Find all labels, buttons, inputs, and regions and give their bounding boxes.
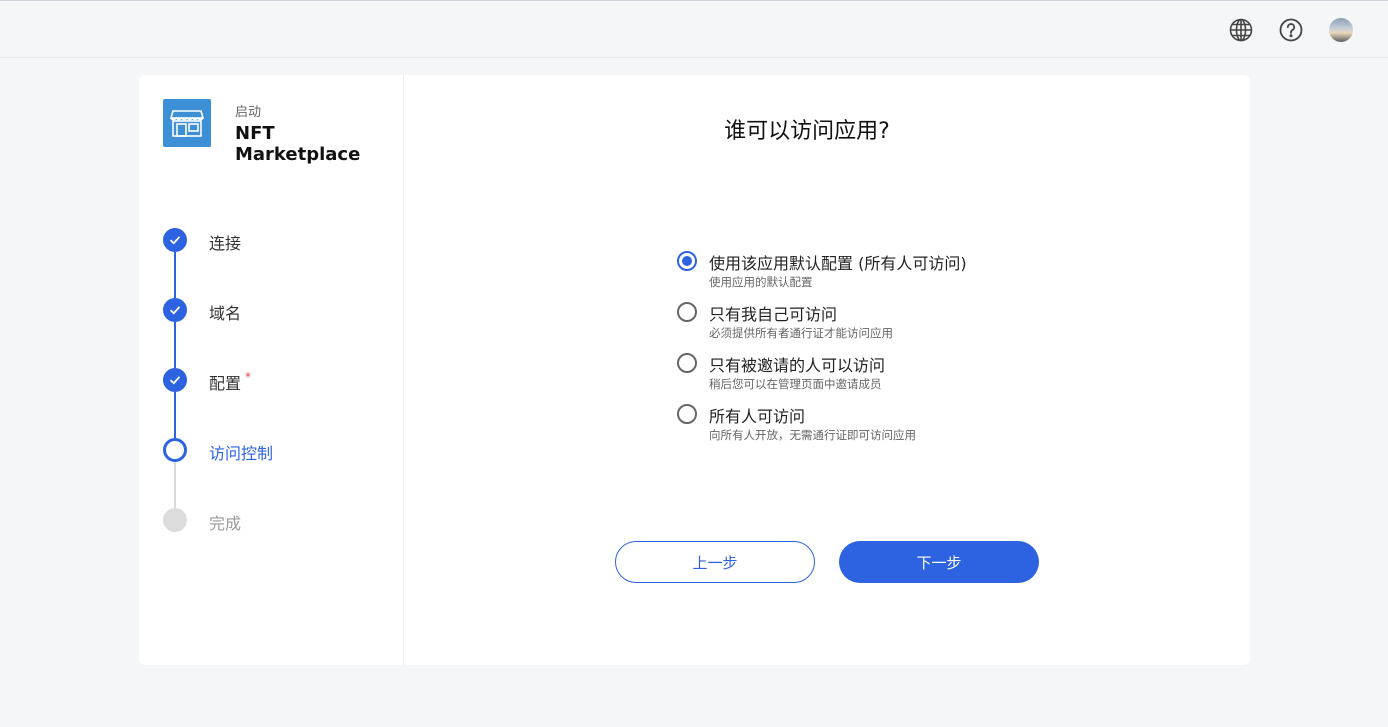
step-config[interactable]: 配置 * [163,368,383,394]
globe-icon[interactable] [1229,18,1253,42]
step-label: 配置 * [209,370,251,394]
step-domain[interactable]: 域名 [163,298,383,323]
check-icon [163,228,187,252]
step-label: 域名 [209,304,242,323]
option-invited-only[interactable]: 只有被邀请的人可以访问 稍后您可以在管理页面中邀请成员 [677,349,1077,400]
option-label: 只有我自己可访问 [709,305,838,324]
pending-step-indicator [163,508,187,532]
option-label: 使用该应用默认配置 (所有人可访问) [709,254,967,273]
radio-button[interactable] [677,302,697,322]
app-subtitle: 启动 [235,105,262,120]
option-label: 所有人可访问 [709,407,806,426]
option-description: 必须提供所有者通行证才能访问应用 [709,326,893,340]
store-icon [163,99,211,147]
step-connector [174,252,176,298]
radio-button[interactable] [677,404,697,424]
active-step-indicator [163,438,187,462]
option-label: 只有被邀请的人可以访问 [709,356,886,375]
step-connect[interactable]: 连接 [163,228,383,253]
page-title: 谁可以访问应用? [724,119,890,144]
step-access-control[interactable]: 访问控制 [163,438,383,463]
radio-button[interactable] [677,251,697,271]
top-bar [0,0,1388,58]
previous-button[interactable]: 上一步 [615,541,815,583]
option-description: 稍后您可以在管理页面中邀请成员 [709,377,882,391]
step-label: 连接 [209,234,242,253]
help-icon[interactable] [1279,18,1303,42]
required-mark: * [245,370,252,384]
access-options: 使用该应用默认配置 (所有人可访问) 使用应用的默认配置 只有我自己可访问 必须… [677,247,1077,451]
step-finish: 完成 [163,508,383,533]
avatar[interactable] [1329,18,1353,42]
step-label-text: 配置 [209,374,242,393]
steps-panel: 启动 NFT Marketplace 连接 域名 配置 * 访问控制 完成 [139,75,404,665]
check-icon [163,368,187,392]
app-name: NFT Marketplace [235,123,361,165]
option-owner-only[interactable]: 只有我自己可访问 必须提供所有者通行证才能访问应用 [677,298,1077,349]
step-label: 完成 [209,514,242,533]
option-everyone[interactable]: 所有人可访问 向所有人开放，无需通行证即可访问应用 [677,400,1077,451]
next-button[interactable]: 下一步 [839,541,1039,583]
radio-button[interactable] [677,353,697,373]
check-icon [163,298,187,322]
step-connector [174,322,176,368]
option-description: 使用应用的默认配置 [709,275,813,289]
option-default[interactable]: 使用该应用默认配置 (所有人可访问) 使用应用的默认配置 [677,247,1077,298]
step-connector [174,392,176,438]
wizard-card: 启动 NFT Marketplace 连接 域名 配置 * 访问控制 完成 谁可… [139,75,1250,665]
step-label: 访问控制 [209,444,274,463]
step-connector [174,462,176,508]
option-description: 向所有人开放，无需通行证即可访问应用 [709,428,916,442]
